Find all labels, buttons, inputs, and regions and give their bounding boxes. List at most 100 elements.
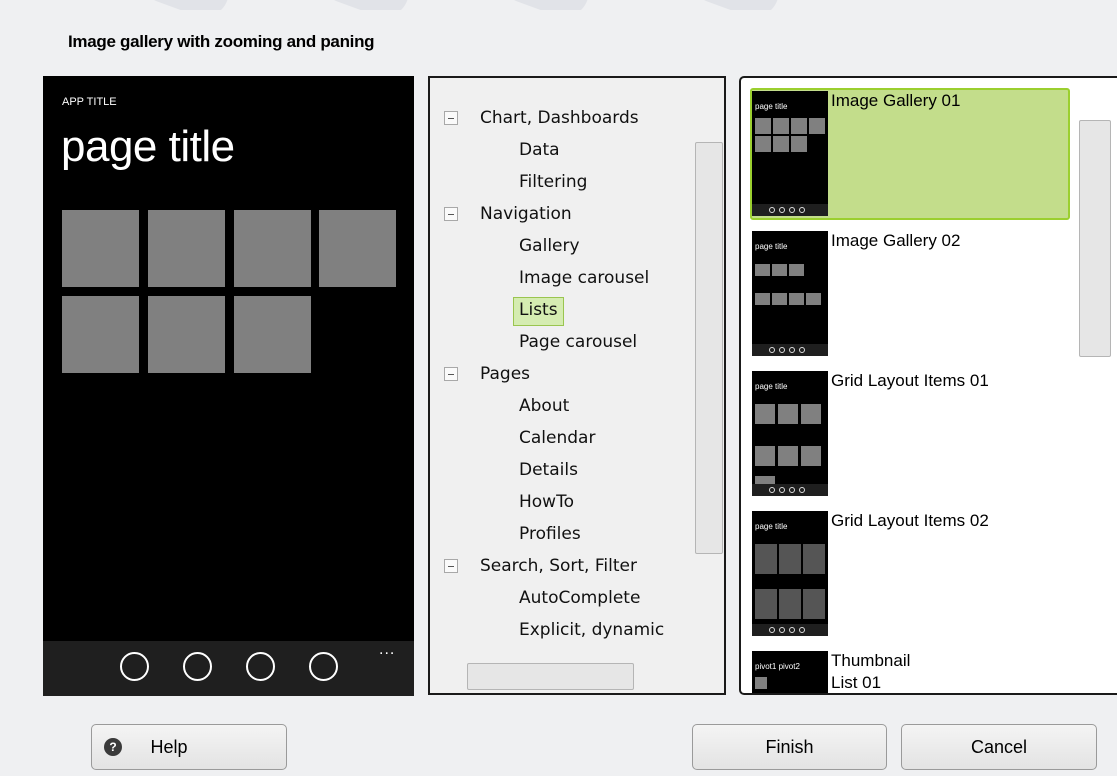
- preview-tile: [148, 296, 225, 373]
- thumb-title: page title: [755, 102, 788, 111]
- tree-vscroll-thumb[interactable]: [695, 142, 723, 554]
- dialog-title: Image gallery with zooming and paning: [68, 32, 375, 51]
- collapse-icon[interactable]: [444, 111, 458, 125]
- thumb-tile: [755, 677, 767, 689]
- preview-tile: [234, 296, 311, 373]
- thumb-tile: [809, 118, 825, 134]
- thumb-tile: [773, 136, 789, 152]
- tree-item[interactable]: Calendar: [519, 424, 595, 452]
- tree-item[interactable]: Image carousel: [519, 264, 649, 292]
- template-vscroll-thumb[interactable]: [1079, 120, 1111, 357]
- tree-item[interactable]: Details: [519, 456, 578, 484]
- thumb-app-bar: [752, 484, 828, 496]
- thumb-tile: [801, 446, 821, 466]
- thumb-tile: [755, 404, 775, 424]
- tree-item[interactable]: Profiles: [519, 520, 581, 548]
- thumb-circle-icon: [799, 347, 805, 353]
- thumb-circle-icon: [789, 627, 795, 633]
- thumb-app-bar: [752, 624, 828, 636]
- template-list[interactable]: page title Image Gallery 01 page title I…: [739, 76, 1117, 695]
- template-item-grid-layout-items-01[interactable]: page title Grid Layout Items 01: [750, 368, 1070, 500]
- thumb-title: page title: [755, 242, 788, 251]
- preview-tile: [319, 210, 396, 287]
- tree-vertical-scrollbar[interactable]: [694, 104, 724, 661]
- tree-hscroll-thumb[interactable]: [467, 663, 634, 690]
- thumb-tile: [755, 476, 775, 484]
- thumb-tile: [755, 446, 775, 466]
- thumb-tile: [801, 404, 821, 424]
- thumb-tile: [778, 404, 798, 424]
- thumb-circle-icon: [779, 627, 785, 633]
- template-thumbnail: page title: [752, 91, 828, 216]
- thumb-tile: [778, 446, 798, 466]
- tree-item[interactable]: HowTo: [519, 488, 574, 516]
- thumb-tile: [755, 264, 770, 276]
- tree-item[interactable]: Explicit, dynamic: [519, 616, 664, 644]
- app-bar-button-icon: [309, 652, 338, 681]
- thumb-circle-icon: [769, 487, 775, 493]
- thumb-circle-icon: [779, 207, 785, 213]
- thumb-tile: [755, 544, 777, 574]
- preview-app-title: APP TITLE: [62, 96, 117, 108]
- template-item-image-gallery-02[interactable]: page title Image Gallery 02: [750, 228, 1070, 360]
- tree-item[interactable]: Filtering: [519, 168, 587, 196]
- collapse-icon[interactable]: [444, 207, 458, 221]
- template-thumbnail: pivot1 pivot2: [752, 651, 828, 693]
- thumb-app-bar: [752, 204, 828, 216]
- thumb-circle-icon: [769, 347, 775, 353]
- thumb-circle-icon: [799, 627, 805, 633]
- help-button[interactable]: ? Help: [91, 724, 287, 770]
- tree-item[interactable]: Data: [519, 136, 560, 164]
- finish-button[interactable]: Finish: [692, 724, 887, 770]
- thumb-circle-icon: [769, 627, 775, 633]
- cancel-button[interactable]: Cancel: [901, 724, 1097, 770]
- thumb-title: pivot1 pivot2: [755, 662, 800, 671]
- thumb-tile: [789, 264, 804, 276]
- thumb-circle-icon: [789, 207, 795, 213]
- tree-item[interactable]: AutoComplete: [519, 584, 640, 612]
- template-thumbnail: page title: [752, 231, 828, 356]
- template-vertical-scrollbar[interactable]: [1079, 78, 1113, 693]
- template-item-thumbnail-list-01[interactable]: pivot1 pivot2 Thumbnail List 01: [750, 648, 1070, 693]
- tree-item[interactable]: Gallery: [519, 232, 580, 260]
- tree-item[interactable]: Navigation: [480, 200, 572, 228]
- preview-tile: [62, 210, 139, 287]
- tree-horizontal-scrollbar[interactable]: [430, 661, 694, 693]
- thumb-tile: [773, 118, 789, 134]
- preview-page-title: page title: [61, 122, 235, 171]
- thumb-circle-icon: [799, 487, 805, 493]
- template-item-grid-layout-items-02[interactable]: page title Grid Layout Items 02: [750, 508, 1070, 640]
- preview-app-bar: ...: [43, 641, 414, 696]
- thumb-tile: [789, 293, 804, 305]
- template-item-image-gallery-01[interactable]: page title Image Gallery 01: [750, 88, 1070, 220]
- category-tree[interactable]: Chart, Dashboards Data Filtering Navigation…: [428, 76, 726, 695]
- thumb-tile: [803, 589, 825, 619]
- thumb-circle-icon: [789, 347, 795, 353]
- app-bar-button-icon: [120, 652, 149, 681]
- thumb-tile: [772, 264, 787, 276]
- thumb-tile: [772, 293, 787, 305]
- app-bar-button-icon: [183, 652, 212, 681]
- tree-item[interactable]: Pages: [480, 360, 530, 388]
- collapse-icon[interactable]: [444, 367, 458, 381]
- tree-item[interactable]: Search, Sort, Filter: [480, 552, 637, 580]
- thumb-title: page title: [755, 382, 788, 391]
- thumb-circle-icon: [769, 207, 775, 213]
- tree-item[interactable]: Chart, Dashboards: [480, 104, 639, 132]
- collapse-icon[interactable]: [444, 559, 458, 573]
- thumb-circle-icon: [779, 487, 785, 493]
- template-thumbnail: page title: [752, 371, 828, 496]
- thumb-tile: [803, 544, 825, 574]
- preview-tile: [234, 210, 311, 287]
- tree-item[interactable]: Lists: [513, 297, 564, 326]
- thumb-title: page title: [755, 522, 788, 531]
- thumb-tile: [791, 136, 807, 152]
- template-thumbnail: page title: [752, 511, 828, 636]
- tree-item[interactable]: Page carousel: [519, 328, 637, 356]
- cancel-button-label: Cancel: [970, 736, 1028, 757]
- tree-item[interactable]: About: [519, 392, 569, 420]
- more-icon: ...: [379, 641, 396, 658]
- thumb-circle-icon: [799, 207, 805, 213]
- thumb-tile: [755, 589, 777, 619]
- template-preview: APP TITLE page title ...: [43, 76, 414, 696]
